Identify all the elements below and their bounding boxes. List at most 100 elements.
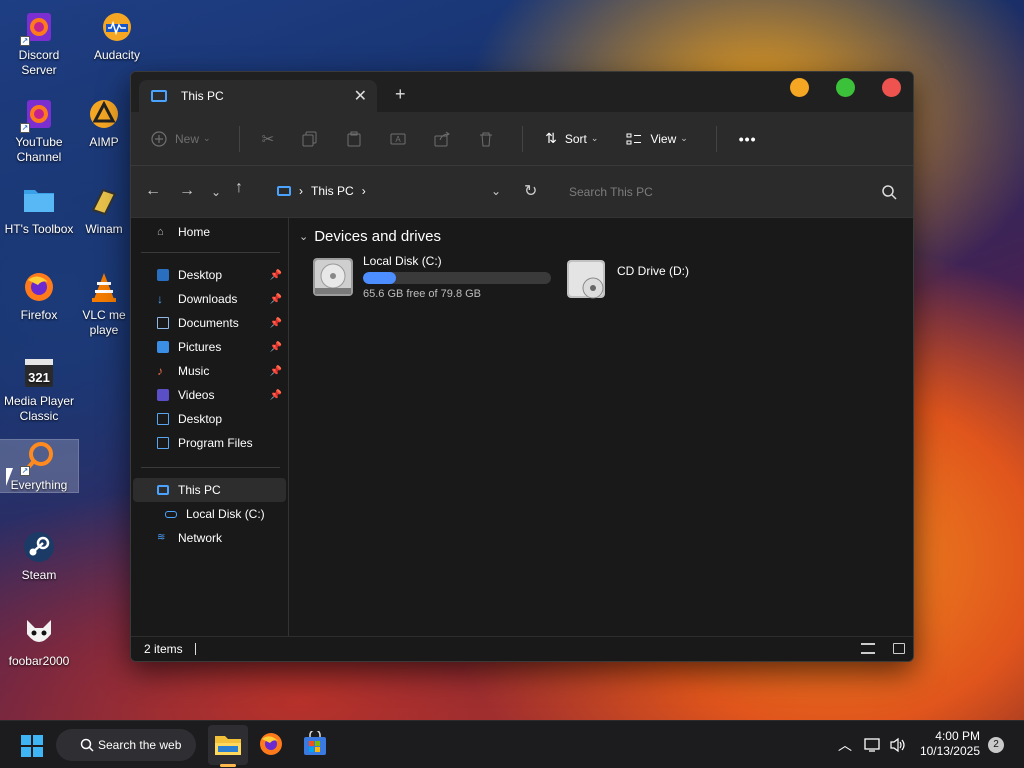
- home-icon: ⌂: [157, 226, 164, 238]
- address-dropdown-chevron-icon[interactable]: ⌄: [491, 184, 501, 198]
- desktop-icon-discord-server[interactable]: ↗ Discord Server: [0, 10, 78, 78]
- sort-button-label: Sort: [564, 131, 587, 146]
- tab-title: This PC: [181, 89, 224, 103]
- sidebar-item-this-pc[interactable]: This PC: [133, 478, 286, 502]
- taskbar-firefox[interactable]: [258, 731, 284, 762]
- microsoft-store-icon: [304, 729, 326, 755]
- search-input[interactable]: Search This PC: [569, 185, 653, 199]
- title-bar: This PC ✕ +: [131, 72, 913, 112]
- close-window-button[interactable]: [882, 78, 901, 97]
- trash-icon: [480, 132, 493, 146]
- desktop-icon-youtube-channel[interactable]: ↗ YouTube Channel: [0, 97, 78, 165]
- taskbar-microsoft-store[interactable]: [302, 729, 328, 762]
- desktop-icon-label: AIMP: [89, 135, 119, 149]
- maximize-button[interactable]: [836, 78, 855, 97]
- scissors-icon: ✂: [261, 130, 275, 148]
- forward-arrow-icon[interactable]: →: [179, 182, 195, 200]
- svg-text:A: A: [395, 135, 401, 144]
- breadcrumb[interactable]: › This PC ›: [277, 184, 366, 198]
- new-button[interactable]: New ⌄: [151, 130, 211, 147]
- sidebar-item-network[interactable]: ≋ Network: [131, 526, 288, 550]
- drive-item-local-disk[interactable]: Local Disk (C:) 65.6 GB free of 79.8 GB: [311, 254, 551, 300]
- drive-item-cd-drive[interactable]: CD Drive (D:): [565, 258, 689, 302]
- sort-button[interactable]: ⇅ Sort ⌄: [545, 130, 598, 147]
- firefox-icon: [22, 270, 56, 304]
- close-tab-icon[interactable]: ✕: [354, 86, 367, 106]
- network-icon: ≋: [157, 532, 166, 543]
- start-button[interactable]: [21, 735, 43, 757]
- sidebar-item-home[interactable]: ⌂ Home: [131, 220, 288, 244]
- notification-badge[interactable]: 2: [988, 737, 1004, 753]
- toolbar-divider: [715, 125, 717, 152]
- desktop-icon-label: Steam: [21, 568, 57, 582]
- copy-button[interactable]: [302, 131, 318, 147]
- chevron-down-icon: ⌄: [590, 133, 599, 143]
- search-box[interactable]: Search This PC: [555, 174, 907, 210]
- sort-arrows-icon: ⇅: [545, 130, 557, 146]
- desktop-icon-winamp[interactable]: Winam: [78, 184, 130, 237]
- desktop-icon-hts-toolbox[interactable]: HT's Toolbox: [0, 184, 78, 237]
- drive-details: Local Disk (C:) 65.6 GB free of 79.8 GB: [363, 254, 551, 300]
- system-clock[interactable]: 4:00 PM 10/13/2025: [920, 729, 980, 759]
- breadcrumb-this-pc[interactable]: This PC: [311, 184, 354, 198]
- search-icon[interactable]: [882, 185, 897, 200]
- up-arrow-icon[interactable]: ↑: [235, 179, 243, 197]
- pin-icon: 📌: [269, 365, 282, 377]
- sidebar-item-local-disk[interactable]: Local Disk (C:): [131, 502, 288, 526]
- network-status-icon[interactable]: [864, 737, 882, 753]
- recent-locations-chevron-icon[interactable]: ⌄: [211, 185, 221, 199]
- taskbar-file-explorer[interactable]: [208, 725, 248, 767]
- desktop-icon-label: Firefox: [20, 308, 58, 322]
- paste-button[interactable]: [346, 131, 362, 147]
- search-icon: [80, 738, 94, 752]
- desktop-icon-steam[interactable]: Steam: [0, 530, 78, 583]
- pin-icon: 📌: [269, 317, 282, 329]
- windows-logo-icon: [21, 735, 43, 757]
- view-button[interactable]: View ⌄: [626, 132, 688, 146]
- sidebar-item-label: Documents: [178, 316, 239, 330]
- sidebar-item-program-files[interactable]: Program Files: [131, 431, 288, 455]
- videos-icon: [157, 389, 169, 401]
- music-icon: ♪: [157, 364, 163, 378]
- sidebar-item-downloads[interactable]: ↓ Downloads 📌: [131, 287, 288, 311]
- desktop-icon-vlc[interactable]: VLC me playe: [78, 270, 130, 338]
- status-bar: 2 items: [131, 636, 913, 661]
- new-tab-button[interactable]: +: [395, 84, 406, 105]
- desktop-icon-media-player-classic[interactable]: 321 Media Player Classic: [0, 356, 78, 424]
- see-more-button[interactable]: •••: [739, 131, 757, 147]
- refresh-icon[interactable]: ↻: [524, 181, 537, 201]
- minimize-button[interactable]: [790, 78, 809, 97]
- share-button[interactable]: [434, 131, 451, 147]
- sidebar-item-label: This PC: [178, 483, 221, 497]
- tiles-view-icon[interactable]: [893, 643, 905, 654]
- hard-drive-icon: [165, 510, 177, 518]
- rename-button[interactable]: A: [390, 131, 406, 147]
- sidebar-item-documents[interactable]: Documents 📌: [131, 311, 288, 335]
- firefox-icon: [260, 733, 282, 755]
- audacity-icon: [100, 10, 134, 44]
- winamp-icon: [87, 184, 121, 218]
- sidebar-item-music[interactable]: ♪ Music 📌: [131, 359, 288, 383]
- drive-details: CD Drive (D:): [617, 264, 689, 302]
- monitor-icon: [157, 485, 169, 495]
- sidebar-item-pictures[interactable]: Pictures 📌: [131, 335, 288, 359]
- desktop-icon-firefox[interactable]: Firefox: [0, 270, 78, 323]
- sidebar-item-desktop[interactable]: Desktop 📌: [131, 263, 288, 287]
- sidebar-item-videos[interactable]: Videos 📌: [131, 383, 288, 407]
- back-arrow-icon[interactable]: ←: [145, 182, 161, 200]
- cut-button[interactable]: ✂: [262, 130, 275, 148]
- file-explorer-icon: [215, 736, 241, 755]
- sidebar-item-desktop-folder[interactable]: Desktop: [131, 407, 288, 431]
- desktop-icon-aimp[interactable]: AIMP: [78, 97, 130, 150]
- volume-icon[interactable]: [889, 737, 907, 753]
- desktop-icon-foobar2000[interactable]: foobar2000: [0, 616, 78, 669]
- taskbar-search-label: Search the web: [98, 738, 182, 752]
- show-hidden-icons-chevron-icon[interactable]: ︿: [838, 735, 852, 755]
- view-list-icon: [626, 133, 642, 144]
- delete-button[interactable]: [478, 131, 494, 147]
- taskbar-search[interactable]: Search the web: [56, 729, 196, 761]
- tab-this-pc[interactable]: This PC ✕: [139, 80, 377, 112]
- details-view-icon[interactable]: [861, 643, 875, 654]
- desktop-icon-audacity[interactable]: Audacity: [78, 10, 156, 63]
- group-header-devices[interactable]: ⌄ Devices and drives: [299, 228, 913, 245]
